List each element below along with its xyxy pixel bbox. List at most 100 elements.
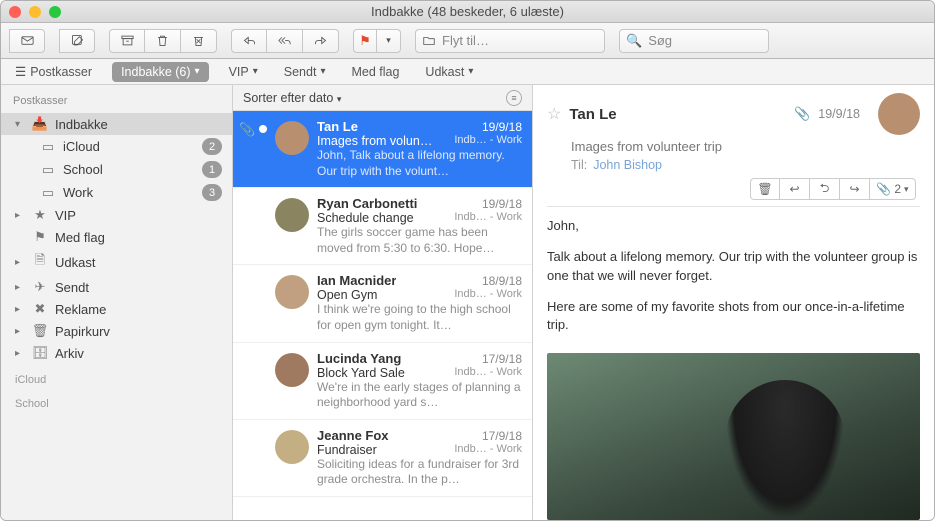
reply-button[interactable] (231, 29, 267, 53)
sidebar-item-label: Udkast (55, 255, 222, 270)
unread-badge: 3 (202, 184, 222, 201)
message-row[interactable]: 📎 Jeanne Fox17/9/18 FundraiserIndb… - Wo… (233, 420, 532, 497)
sidebar-item-sent[interactable]: ▸ ✈ Sendt (1, 276, 232, 298)
sidebar-item-icloud[interactable]: ▭ iCloud 2 (1, 135, 232, 158)
mailboxes-toggle[interactable]: ☰ Postkasser (9, 62, 98, 81)
reader-date: 19/9/18 (818, 107, 860, 121)
reader-forward-button[interactable]: ↪ (840, 178, 870, 200)
compose-button[interactable] (59, 29, 95, 53)
get-mail-button[interactable] (9, 29, 45, 53)
fav-vip[interactable]: VIP▾ (223, 63, 264, 81)
msg-mailbox: Indb… - Work (454, 288, 522, 302)
sidebar-item-label: Med flag (55, 230, 222, 245)
msg-date: 17/9/18 (482, 429, 522, 443)
message-row[interactable]: 📎 Tan Le19/9/18 Images from volun…Indb… … (233, 111, 532, 188)
chevron-down-icon: ▾ (253, 66, 258, 77)
sidebar-item-archive[interactable]: ▸ 🗄 Arkiv (1, 342, 232, 364)
forward-button[interactable] (303, 29, 339, 53)
disclosure-icon[interactable]: ▸ (15, 304, 25, 315)
sidebar-header: Postkasser (1, 91, 232, 113)
sidebar-item-drafts[interactable]: ▸ 🗎 Udkast (1, 248, 232, 276)
message-row[interactable]: 📎 Ian Macnider18/9/18 Open GymIndb… - Wo… (233, 265, 532, 342)
filter-button[interactable]: ≡ (506, 90, 522, 106)
sidebar-item-school[interactable]: ▭ School 1 (1, 158, 232, 181)
disclosure-icon[interactable]: ▸ (15, 210, 25, 221)
sidebar-item-label: iCloud (63, 139, 196, 154)
sort-button[interactable]: Sorter efter dato ▾ (243, 91, 341, 105)
messages-container: 📎 Tan Le19/9/18 Images from volun…Indb… … (233, 111, 532, 520)
attachment-icon: 📎 (794, 106, 810, 122)
star-icon: ★ (31, 207, 49, 223)
sidebar-item-inbox[interactable]: ▾ 📥 Indbakke (1, 113, 232, 135)
unread-badge: 1 (202, 161, 222, 178)
sidebar-account-school[interactable]: School (1, 388, 232, 412)
reader-reply-all-button[interactable]: ⮌ (810, 178, 840, 200)
disclosure-icon[interactable]: ▸ (15, 326, 25, 337)
chevron-down-icon: ▾ (337, 94, 342, 104)
minimize-window-button[interactable] (29, 6, 41, 18)
titlebar: Indbakke (48 beskeder, 6 ulæste) (1, 1, 934, 23)
junk-button[interactable] (181, 29, 217, 53)
message-row[interactable]: 📎 Lucinda Yang17/9/18 Block Yard SaleInd… (233, 343, 532, 420)
chevron-down-icon: ▾ (386, 35, 391, 46)
avatar (275, 275, 309, 309)
to-label: Til: (571, 158, 587, 172)
delete-button[interactable] (145, 29, 181, 53)
sidebar-item-vip[interactable]: ▸ ★ VIP (1, 204, 232, 226)
body-paragraph: Here are some of my favorite shots from … (547, 298, 920, 336)
msg-preview: The girls soccer game has been moved fro… (317, 225, 522, 256)
flag-menu-button[interactable]: ▾ (377, 29, 401, 53)
sort-bar: Sorter efter dato ▾ ≡ (233, 85, 532, 111)
sidebar-item-work[interactable]: ▭ Work 3 (1, 181, 232, 204)
search-icon: 🔍 (626, 33, 642, 49)
to-name[interactable]: John Bishop (593, 158, 662, 172)
archive-icon: 🗄 (31, 345, 49, 361)
search-placeholder: Søg (648, 33, 672, 48)
disclosure-icon[interactable]: ▸ (15, 348, 25, 359)
unread-badge: 2 (202, 138, 222, 155)
disclosure-icon[interactable]: ▾ (15, 119, 25, 130)
sidebar-item-label: Papirkurv (55, 324, 222, 339)
sidebar-item-junk[interactable]: ▸ ✖ Reklame (1, 298, 232, 320)
archive-button[interactable] (109, 29, 145, 53)
disclosure-icon[interactable]: ▸ (15, 282, 25, 293)
sidebar-item-flagged[interactable]: ⚑ Med flag (1, 226, 232, 248)
search-field[interactable]: 🔍 Søg (619, 29, 769, 53)
fav-flagged[interactable]: Med flag (345, 63, 405, 81)
message-row[interactable]: 📎 Ryan Carbonetti19/9/18 Schedule change… (233, 188, 532, 265)
reply-all-button[interactable] (267, 29, 303, 53)
msg-mailbox: Indb… - Work (454, 443, 522, 457)
disclosure-icon[interactable]: ▸ (15, 257, 25, 268)
move-to-field[interactable]: Flyt til… (415, 29, 605, 53)
sidebar-item-label: Arkiv (55, 346, 222, 361)
fav-inbox[interactable]: Indbakke (6) ▾ (112, 62, 209, 82)
sidebar-account-icloud[interactable]: iCloud (1, 364, 232, 388)
junk-icon: ✖ (31, 301, 49, 317)
sidebar-item-label: Sendt (55, 280, 222, 295)
msg-subject: Schedule change (317, 211, 450, 225)
fav-drafts[interactable]: Udkast▾ (419, 63, 479, 81)
msg-date: 18/9/18 (482, 274, 522, 288)
flag-button[interactable]: ⚑ (353, 29, 377, 53)
msg-date: 17/9/18 (482, 352, 522, 366)
attachment-icon: 📎 (239, 122, 251, 179)
reader-reply-button[interactable]: ↩ (780, 178, 810, 200)
chevron-down-icon: ▾ (195, 66, 200, 77)
reader-pane: ☆ Tan Le 📎 19/9/18 Images from volunteer… (533, 85, 934, 520)
content-area: Postkasser ▾ 📥 Indbakke ▭ iCloud 2 ▭ Sch… (1, 85, 934, 520)
window-title: Indbakke (48 beskeder, 6 ulæste) (1, 4, 934, 19)
reader-attachments-button[interactable]: 📎 2 ▾ (870, 178, 916, 200)
fav-sent[interactable]: Sendt▾ (278, 63, 332, 81)
zoom-window-button[interactable] (49, 6, 61, 18)
toolbar: ⚑ ▾ Flyt til… 🔍 Søg (1, 23, 934, 59)
flag-icon: ⚑ (31, 229, 49, 245)
vip-star-icon[interactable]: ☆ (547, 104, 561, 124)
reader-delete-button[interactable]: 🗑 (750, 178, 780, 200)
chevron-down-icon: ▾ (904, 184, 909, 195)
sidebar-item-trash[interactable]: ▸ 🗑 Papirkurv (1, 320, 232, 342)
attached-image[interactable] (547, 353, 920, 520)
close-window-button[interactable] (9, 6, 21, 18)
tray-icon: ▭ (39, 162, 57, 178)
body-paragraph: John, (547, 217, 920, 236)
sidebar-item-label: School (63, 162, 196, 177)
